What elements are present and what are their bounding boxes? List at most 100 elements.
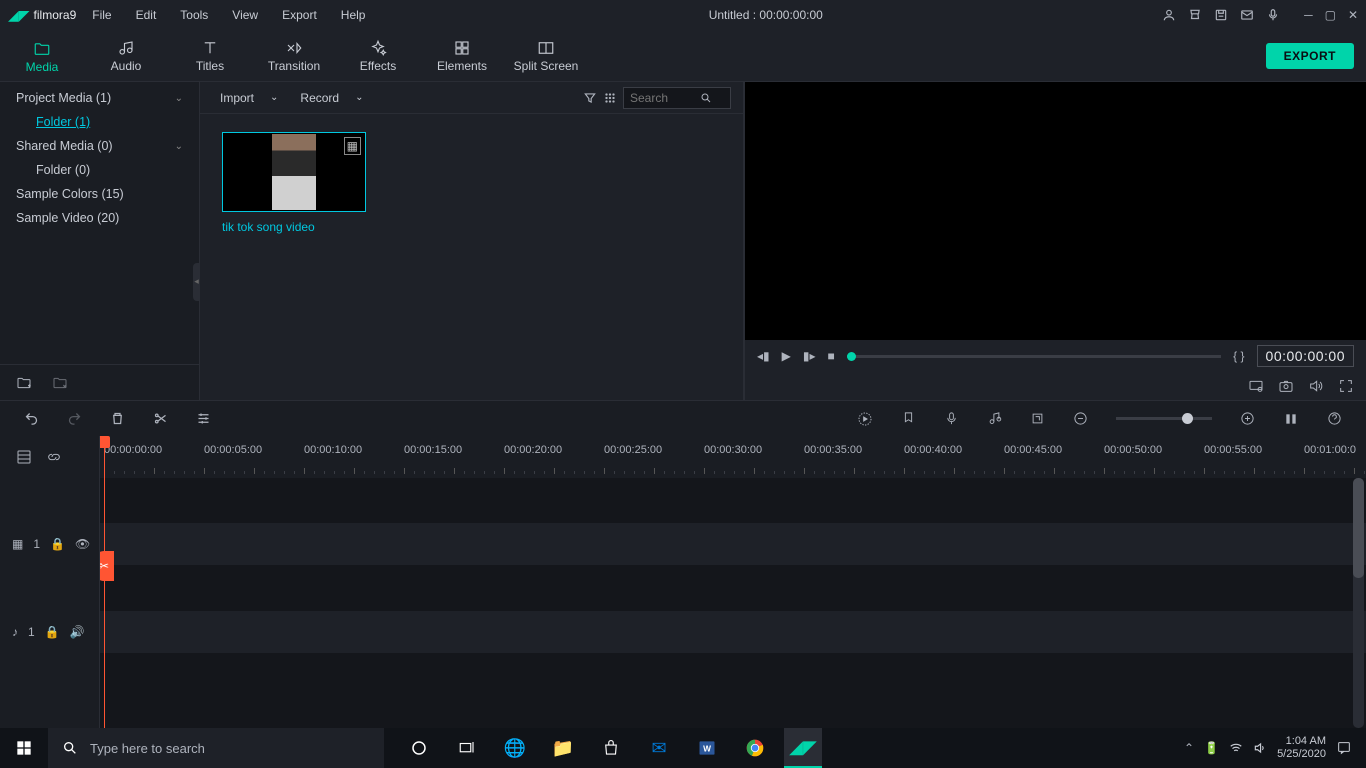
mute-icon[interactable]: 🔊 [70, 625, 85, 639]
record-dropdown[interactable]: Record⌄ [292, 89, 371, 107]
tree-project-media[interactable]: Project Media (1)⌄ [0, 86, 199, 110]
minimize-icon[interactable]: ─ [1304, 8, 1313, 22]
message-icon[interactable] [1240, 8, 1254, 22]
close-icon[interactable]: ✕ [1348, 8, 1358, 22]
timeline-tracks[interactable]: 00:00:00:0000:00:05:0000:00:10:0000:00:1… [100, 436, 1366, 728]
crop-icon[interactable] [1030, 411, 1045, 426]
stop-icon[interactable]: ■ [828, 349, 835, 363]
fullscreen-icon[interactable] [1338, 378, 1354, 394]
account-icon[interactable] [1162, 8, 1176, 22]
preview-viewport[interactable] [745, 82, 1366, 340]
marker-icon[interactable] [901, 411, 916, 426]
zoom-handle[interactable] [1182, 413, 1193, 424]
menu-help[interactable]: Help [337, 4, 370, 26]
taskbar-search[interactable]: Type here to search [48, 728, 384, 768]
collapse-handle[interactable]: ◂ [193, 263, 200, 301]
filmora-task-icon[interactable]: ◢◤ [784, 728, 822, 768]
audio-track-head[interactable]: ♪ 1 🔒 🔊 [0, 610, 99, 654]
tree-sample-video[interactable]: Sample Video (20) [0, 206, 199, 230]
store-icon[interactable] [592, 728, 630, 768]
search-input[interactable] [630, 91, 694, 105]
help-icon[interactable] [1327, 411, 1342, 426]
search-box[interactable] [623, 87, 731, 109]
explorer-icon[interactable]: 📁 [544, 728, 582, 768]
audio-track[interactable] [100, 610, 1366, 654]
export-button[interactable]: EXPORT [1266, 43, 1354, 69]
tree-sample-colors[interactable]: Sample Colors (15) [0, 182, 199, 206]
wifi-icon[interactable] [1229, 741, 1243, 755]
undo-icon[interactable] [24, 411, 39, 426]
video-track-head[interactable]: ▦ 1 🔒 👁 [0, 522, 99, 566]
zoom-slider[interactable] [1116, 417, 1212, 420]
tab-titles[interactable]: Titles [168, 30, 252, 82]
split-icon[interactable] [153, 411, 168, 426]
adjust-icon[interactable] [196, 411, 211, 426]
search-icon[interactable] [700, 92, 712, 104]
zoom-out-icon[interactable] [1073, 411, 1088, 426]
new-folder-icon[interactable] [16, 375, 32, 391]
delete-folder-icon[interactable] [52, 375, 68, 391]
tab-effects[interactable]: Effects [336, 30, 420, 82]
zoom-fit-icon[interactable] [1283, 411, 1299, 427]
delete-icon[interactable] [110, 411, 125, 426]
tab-splitscreen[interactable]: Split Screen [504, 30, 588, 82]
menu-file[interactable]: File [88, 4, 115, 26]
word-icon[interactable]: W [688, 728, 726, 768]
snapshot-icon[interactable] [1278, 378, 1294, 394]
timeline-scrollbar[interactable] [1353, 478, 1364, 728]
manage-tracks-icon[interactable] [16, 449, 32, 465]
progress-handle[interactable] [847, 352, 856, 361]
audio-mixer-icon[interactable] [987, 411, 1002, 426]
tree-folder-0[interactable]: Folder (0) [0, 158, 199, 182]
preview-progress[interactable] [847, 355, 1221, 358]
tree-shared-media[interactable]: Shared Media (0)⌄ [0, 134, 199, 158]
scrollbar-thumb[interactable] [1353, 478, 1364, 578]
tray-expand-icon[interactable]: ⌃ [1184, 741, 1194, 755]
next-frame-icon[interactable]: ▮▸ [803, 349, 816, 363]
maximize-icon[interactable]: ▢ [1325, 8, 1336, 22]
volume-icon[interactable] [1308, 378, 1324, 394]
zoom-in-icon[interactable] [1240, 411, 1255, 426]
render-preview-icon[interactable] [857, 411, 873, 427]
clock[interactable]: 1:04 AM 5/25/2020 [1277, 735, 1326, 761]
filter-icon[interactable] [583, 91, 597, 105]
video-track[interactable] [100, 522, 1366, 566]
timeline-ruler[interactable]: 00:00:00:0000:00:05:0000:00:10:0000:00:1… [100, 436, 1366, 478]
cortana-icon[interactable] [400, 728, 438, 768]
lock-icon[interactable]: 🔒 [50, 537, 65, 551]
menu-tools[interactable]: Tools [176, 4, 212, 26]
markers-icon[interactable]: { } [1233, 349, 1244, 363]
tree-folder-1[interactable]: Folder (1) [0, 110, 199, 134]
mail-icon[interactable]: ✉ [640, 728, 678, 768]
menu-export[interactable]: Export [278, 4, 321, 26]
grid-view-icon[interactable] [603, 91, 617, 105]
tab-transition[interactable]: Transition [252, 30, 336, 82]
start-button[interactable] [0, 728, 48, 768]
chevron-down-icon[interactable]: ⌄ [175, 93, 183, 104]
mic-icon[interactable] [1266, 8, 1280, 22]
chevron-down-icon[interactable]: ⌄ [175, 141, 183, 152]
linking-icon[interactable] [46, 449, 62, 465]
edge-icon[interactable]: 🌐 [496, 728, 534, 768]
save-icon[interactable] [1214, 8, 1228, 22]
playhead[interactable]: ✂ [104, 436, 105, 728]
display-settings-icon[interactable] [1248, 378, 1264, 394]
notifications-icon[interactable] [1336, 740, 1352, 756]
voiceover-icon[interactable] [944, 411, 959, 426]
lock-icon[interactable]: 🔒 [45, 625, 60, 639]
import-dropdown[interactable]: Import⌄ [212, 89, 286, 107]
tab-media[interactable]: Media [0, 30, 84, 82]
tab-elements[interactable]: Elements [420, 30, 504, 82]
play-icon[interactable]: ▶ [782, 349, 791, 363]
prev-frame-icon[interactable]: ◂▮ [757, 349, 770, 363]
scissors-icon[interactable]: ✂ [100, 551, 114, 581]
menu-view[interactable]: View [228, 4, 262, 26]
clip-thumbnail[interactable]: ▦ [222, 132, 366, 212]
taskview-icon[interactable] [448, 728, 486, 768]
menu-edit[interactable]: Edit [132, 4, 161, 26]
chrome-icon[interactable] [736, 728, 774, 768]
tab-audio[interactable]: Audio [84, 30, 168, 82]
volume-icon[interactable] [1253, 741, 1267, 755]
eye-icon[interactable]: 👁 [75, 537, 90, 551]
battery-icon[interactable]: 🔋 [1204, 741, 1219, 755]
